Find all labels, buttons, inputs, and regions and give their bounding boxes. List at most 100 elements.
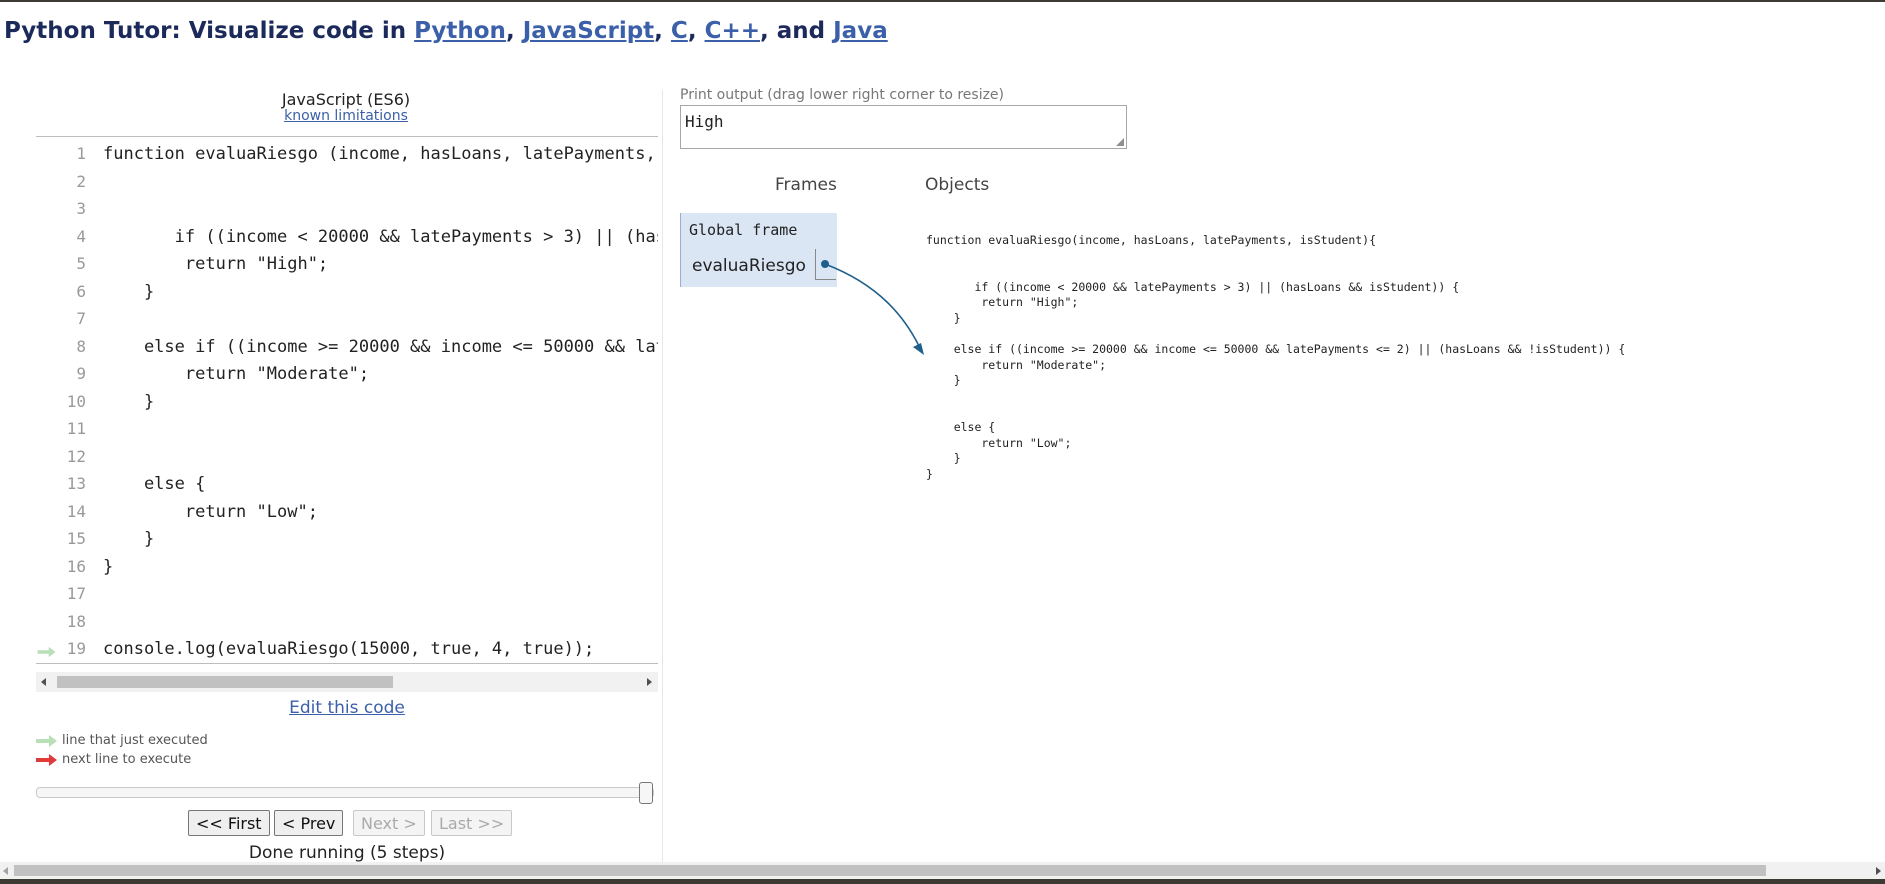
code-line[interactable]: 2 [36, 169, 658, 197]
edit-code: Edit this code [36, 698, 658, 718]
object-code-line: } [926, 467, 933, 481]
c-link[interactable]: C [671, 18, 688, 44]
gutter-slot [36, 258, 58, 270]
line-number: 17 [66, 584, 86, 603]
scroll-right-icon[interactable] [1876, 867, 1881, 875]
line-code: return "High"; [103, 254, 329, 274]
code-line[interactable]: 6 } [36, 279, 658, 307]
code-line[interactable]: 12 [36, 444, 658, 472]
scrollbar-thumb[interactable] [57, 676, 393, 688]
line-number: 15 [66, 529, 86, 548]
code-line[interactable]: 19 console.log(evaluaRiesgo(15000, true, … [36, 636, 658, 663]
line-number: 5 [76, 254, 86, 273]
panel-divider [662, 90, 663, 862]
code-line[interactable]: 17 [36, 581, 658, 609]
objects-header: Objects [925, 175, 990, 195]
code-line[interactable]: 3 [36, 196, 658, 224]
last-button[interactable]: Last >> [431, 810, 513, 836]
legend-label: next line to execute [62, 752, 192, 767]
gutter-slot [36, 313, 58, 325]
line-number: 9 [76, 364, 86, 383]
line-code: else { [103, 474, 206, 494]
scrollbar-thumb[interactable] [14, 865, 1766, 876]
code-line[interactable]: 8 else if ((income >= 20000 && income <=… [36, 334, 658, 362]
page-horizontal-scrollbar[interactable] [0, 862, 1885, 879]
code-line[interactable]: 7 [36, 306, 658, 334]
object-code-line: else { [926, 420, 996, 435]
line-code: else if ((income >= 20000 && income <= 5… [143, 336, 658, 357]
bottom-border [0, 879, 1885, 884]
gutter-slot [36, 561, 58, 573]
line-number: 13 [66, 474, 86, 493]
language-label: JavaScript (ES6) [281, 90, 411, 109]
code-editor[interactable]: 1 function evaluaRiesgo (income, hasLoans… [36, 141, 658, 663]
code-line[interactable]: 1 function evaluaRiesgo (income, hasLoans… [36, 141, 658, 169]
title-prefix: Python Tutor: Visualize code in [4, 18, 415, 44]
gutter-slot [36, 423, 58, 435]
edit-code-link[interactable]: Edit this code [289, 698, 405, 718]
code-line[interactable]: 11 [36, 416, 658, 444]
cpp-link[interactable]: C++ [705, 18, 760, 44]
line-code: } [103, 529, 155, 549]
python-link[interactable]: Python [414, 18, 506, 44]
code-line[interactable]: 5 return "High"; [36, 251, 658, 279]
code-line[interactable]: 9 return "Moderate"; [36, 361, 658, 389]
javascript-link[interactable]: JavaScript [523, 18, 654, 44]
line-code: } [103, 391, 155, 412]
title-sep: , [654, 18, 671, 44]
scroll-left-icon[interactable] [3, 867, 8, 875]
code-line[interactable]: 14 return "Low"; [36, 499, 658, 527]
object-code-line: else if ((income >= 20000 && income <= 5… [926, 342, 1626, 357]
editor-bottom-divider [36, 663, 658, 664]
code-line[interactable]: 18 [36, 609, 658, 637]
step-slider[interactable] [36, 787, 654, 798]
gutter-slot [36, 506, 58, 518]
gutter-slot [36, 396, 58, 408]
title-sep: , [505, 18, 523, 44]
code-line[interactable]: 4 if ((income < 20000 && latePayments > … [36, 224, 658, 252]
line-code: } [103, 281, 155, 302]
line-code: return "Low"; [103, 501, 318, 522]
next-button[interactable]: Next > [353, 810, 425, 836]
gutter-slot [36, 148, 58, 160]
editor-horizontal-scrollbar[interactable] [36, 672, 658, 692]
line-number: 10 [66, 391, 86, 411]
line-number: 11 [66, 419, 86, 438]
first-button[interactable]: << First [188, 810, 270, 836]
object-code-line: if ((income < 20000 && latePayments > 3)… [926, 279, 1460, 294]
resize-grip-icon[interactable] [1116, 138, 1124, 146]
scroll-right-icon[interactable] [647, 678, 652, 686]
code-line[interactable]: 10 } [36, 389, 658, 417]
object-code-line: function evaluaRiesgo(income, hasLoans, … [926, 233, 1377, 247]
line-number: 3 [76, 199, 86, 218]
line-number: 19 [66, 639, 86, 658]
gutter-slot [36, 231, 58, 243]
gutter-slot [36, 451, 58, 463]
print-output-box[interactable]: High [680, 105, 1127, 149]
title-sep: , and [760, 18, 834, 44]
gutter-slot [36, 588, 58, 600]
scroll-left-icon[interactable] [41, 678, 46, 686]
gutter-slot [36, 478, 58, 490]
code-line[interactable]: 15 } [36, 526, 658, 554]
object-code-line: return "Low"; [926, 435, 1072, 450]
gutter-slot [36, 286, 58, 298]
known-limitations-link[interactable]: known limitations [284, 108, 408, 124]
code-line[interactable]: 13 else { [36, 471, 658, 499]
step-slider-handle[interactable] [639, 782, 653, 804]
line-code: function evaluaRiesgo (income, hasLoans,… [103, 144, 656, 164]
object-code-line: } [926, 451, 961, 466]
frame-variable-value [815, 249, 836, 280]
line-number: 16 [66, 556, 86, 576]
code-line[interactable]: 16} [36, 554, 658, 582]
gutter-slot [36, 341, 58, 353]
prev-button[interactable]: < Prev [274, 810, 344, 836]
green-arrow-icon [36, 643, 58, 658]
line-number: 7 [76, 309, 86, 328]
red-arrow-icon [36, 754, 57, 766]
line-number: 12 [66, 446, 86, 466]
gutter-slot [36, 368, 58, 380]
gutter-slot [36, 176, 58, 188]
global-frame-title: Global frame [689, 221, 798, 239]
java-link[interactable]: Java [833, 18, 888, 44]
